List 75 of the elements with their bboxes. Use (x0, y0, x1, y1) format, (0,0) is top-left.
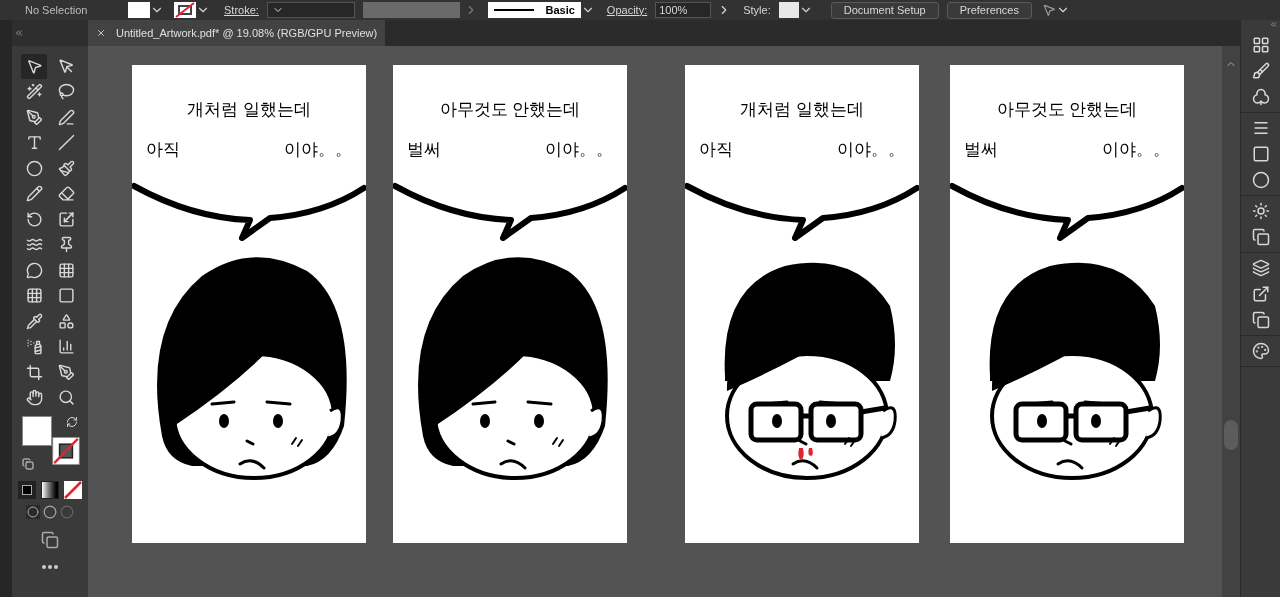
variable-width-field[interactable] (362, 2, 460, 18)
style-swatch[interactable] (778, 2, 799, 18)
speech-text: 이야。。 (284, 138, 352, 161)
toolbar-button[interactable]: Preferences (946, 1, 1032, 19)
stroke-label: Stroke: (224, 2, 259, 18)
more-icon[interactable] (42, 565, 58, 569)
color-mode-icon[interactable] (18, 481, 36, 499)
direct-selection-arrow-icon (57, 57, 75, 75)
draw-behind-icon[interactable] (43, 505, 57, 519)
stroke-weight-field[interactable] (266, 2, 355, 18)
lasso-icon (57, 83, 75, 101)
profile-value: Basic (545, 2, 575, 18)
spray-can-icon (25, 338, 43, 356)
speech-text: 이야。。 (837, 138, 905, 161)
toolbar-button[interactable]: Document Setup (830, 1, 939, 19)
eraser-icon (57, 185, 75, 203)
stroke-none-swatch-icon[interactable] (174, 2, 196, 18)
type-icon (25, 134, 43, 152)
style-label: Style: (743, 2, 771, 18)
hand-icon (25, 389, 43, 407)
fill-swatch[interactable] (128, 2, 150, 18)
collapse-icon[interactable] (1269, 20, 1278, 29)
brush-profile-field[interactable]: Basic (487, 2, 581, 18)
close-icon[interactable] (96, 28, 106, 38)
shapes-icon (57, 312, 75, 330)
layers-icon[interactable] (1251, 259, 1270, 277)
eyedropper-icon (25, 312, 43, 330)
swap-icon[interactable] (66, 416, 78, 428)
selection-status: No Selection (25, 2, 89, 18)
speech-text: 아무것도 안했는데 (995, 99, 1139, 121)
collapse-icon[interactable] (14, 28, 24, 38)
grid-icon (57, 261, 75, 279)
opacity-label: Opacity: (606, 2, 648, 18)
export-icon[interactable] (1251, 285, 1270, 303)
stroke-line-icon (493, 9, 534, 11)
none-mode-icon[interactable] (64, 481, 82, 499)
draw-normal-icon[interactable] (26, 505, 40, 519)
speech-bubble-icon (25, 261, 43, 279)
document-title: Untitled_Artwork.pdf* @ 19.08% (RGB/GPU Preview) (116, 25, 378, 41)
speech-text: 이야。。 (1102, 138, 1170, 161)
sun-icon[interactable] (1251, 202, 1270, 220)
opacity-field[interactable]: 100% (655, 2, 712, 18)
paintbrush-icon (57, 159, 75, 177)
rotate-icon (25, 210, 43, 228)
speech-text: 아직 (146, 138, 180, 161)
selection-arrow-tool[interactable] (21, 54, 47, 79)
speech-text: 벌써 (407, 138, 441, 161)
brushes-icon[interactable] (1251, 62, 1270, 80)
document-tab[interactable]: Untitled_Artwork.pdf* @ 19.08% (RGB/GPU Preview) (88, 20, 386, 46)
magic-wand-icon (25, 83, 43, 101)
ellipse-icon (25, 159, 43, 177)
gradient-mode-icon[interactable] (41, 481, 59, 499)
pen-icon (25, 108, 43, 126)
fill-color-swatch[interactable] (22, 416, 52, 446)
nosebleed-drawing (798, 448, 813, 460)
mesh-icon (25, 287, 43, 305)
speech-text: 아직 (699, 138, 733, 161)
pencil-icon (25, 185, 43, 203)
stroke-none-swatch-icon[interactable] (52, 436, 80, 466)
stroke-lines-icon[interactable] (1251, 119, 1270, 137)
swatches-icon[interactable] (1251, 36, 1270, 54)
speech-text: 개처럼 일했는데 (186, 99, 312, 121)
speech-text: 아무것도 안했는데 (438, 99, 582, 121)
line-icon (57, 134, 75, 152)
palette-icon[interactable] (1251, 342, 1270, 360)
selection-arrow-icon (25, 57, 43, 75)
club-icon[interactable] (1251, 88, 1270, 106)
speech-text: 개처럼 일했는데 (739, 99, 865, 121)
scroll-thumb[interactable] (1224, 420, 1238, 450)
speech-text: 벌써 (964, 138, 998, 161)
speech-text: 이야。。 (545, 138, 613, 161)
scale-icon (57, 210, 75, 228)
search-icon (57, 389, 75, 407)
bar-chart-icon (57, 338, 75, 356)
crop-icon (25, 363, 43, 381)
